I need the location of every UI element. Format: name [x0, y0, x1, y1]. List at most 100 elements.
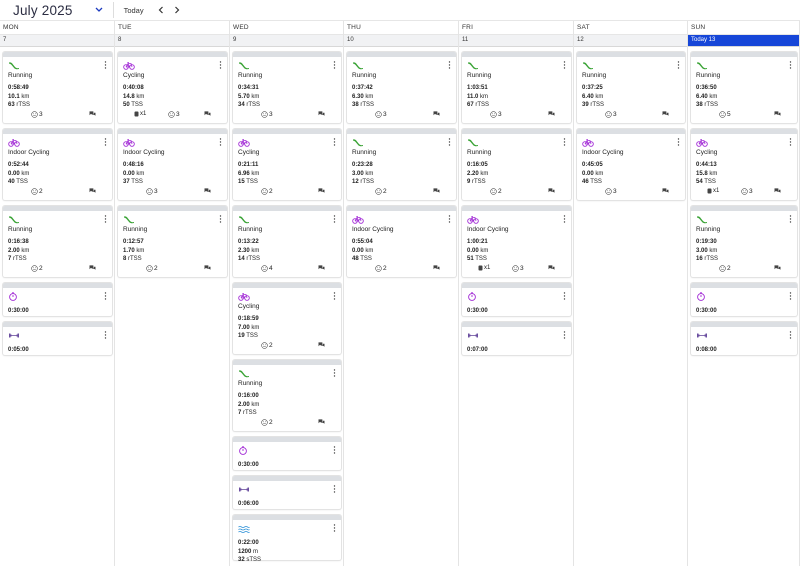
workout-card[interactable]: Running 0:37:25 6.40 km 39 rTSS 3	[577, 52, 685, 123]
workout-card[interactable]: Cycling 0:21:11 6.96 km 15 TSS 2	[233, 129, 341, 200]
comment-icon[interactable]	[204, 188, 211, 194]
comment-icon[interactable]	[204, 111, 211, 117]
workout-card[interactable]: 0:07:00	[462, 322, 571, 355]
workout-card[interactable]: Running 0:36:50 6.40 km 38 rTSS 5	[691, 52, 797, 123]
workout-card[interactable]: 0:05:00	[3, 322, 112, 355]
feel-rating[interactable]: 4	[261, 265, 273, 272]
more-options-icon[interactable]	[563, 331, 566, 339]
more-options-icon[interactable]	[219, 138, 222, 146]
more-options-icon[interactable]	[104, 215, 107, 223]
equipment-count[interactable]: x1	[478, 265, 490, 271]
feel-rating[interactable]: 2	[31, 265, 43, 272]
workout-card[interactable]: 0:06:00	[233, 476, 341, 509]
more-options-icon[interactable]	[677, 61, 680, 69]
comment-icon[interactable]	[318, 419, 325, 425]
feel-rating[interactable]: 3	[146, 188, 158, 195]
more-options-icon[interactable]	[789, 215, 792, 223]
date-label[interactable]: 11	[459, 35, 573, 47]
workout-card[interactable]: Running 0:16:00 2.00 km 7 rTSS 2	[233, 360, 341, 431]
more-options-icon[interactable]	[448, 61, 451, 69]
workout-card[interactable]: Cycling 0:40:08 14.8 km 50 TSS 3 x1	[118, 52, 227, 123]
more-options-icon[interactable]	[789, 61, 792, 69]
comment-icon[interactable]	[774, 188, 781, 194]
feel-rating[interactable]: 3	[741, 188, 753, 195]
workout-card[interactable]: Running 0:37:42 6.30 km 38 rTSS 3	[347, 52, 456, 123]
comment-icon[interactable]	[774, 111, 781, 117]
more-options-icon[interactable]	[789, 138, 792, 146]
more-options-icon[interactable]	[104, 292, 107, 300]
workout-card[interactable]: Running 0:58:49 10.1 km 63 rTSS 3	[3, 52, 112, 123]
more-options-icon[interactable]	[563, 61, 566, 69]
more-options-icon[interactable]	[333, 446, 336, 454]
workout-card[interactable]: Running 0:19:30 3.00 km 16 rTSS 2	[691, 206, 797, 277]
date-label[interactable]: 9	[230, 35, 343, 47]
feel-rating[interactable]: 2	[146, 265, 158, 272]
more-options-icon[interactable]	[789, 292, 792, 300]
feel-rating[interactable]: 2	[375, 188, 387, 195]
more-options-icon[interactable]	[333, 138, 336, 146]
comment-icon[interactable]	[662, 111, 669, 117]
more-options-icon[interactable]	[333, 292, 336, 300]
comment-icon[interactable]	[318, 342, 325, 348]
more-options-icon[interactable]	[219, 61, 222, 69]
more-options-icon[interactable]	[104, 331, 107, 339]
more-options-icon[interactable]	[333, 61, 336, 69]
workout-card[interactable]: Indoor Cycling 0:52:44 0.00 km 40 TSS 2	[3, 129, 112, 200]
feel-rating[interactable]: 3	[512, 265, 524, 272]
workout-card[interactable]: 0:30:00	[691, 283, 797, 316]
date-label[interactable]: 12	[574, 35, 687, 47]
comment-icon[interactable]	[318, 188, 325, 194]
workout-card[interactable]: Indoor Cycling 0:55:04 0.00 km 48 TSS 2	[347, 206, 456, 277]
workout-card[interactable]: Running 0:16:05 2.20 km 9 rTSS 2	[462, 129, 571, 200]
more-options-icon[interactable]	[333, 485, 336, 493]
workout-card[interactable]: Running 0:16:38 2.00 km 7 rTSS 2	[3, 206, 112, 277]
comment-icon[interactable]	[318, 111, 325, 117]
comment-icon[interactable]	[548, 111, 555, 117]
workout-card[interactable]: Running 0:23:28 3.00 km 12 rTSS 2	[347, 129, 456, 200]
comment-icon[interactable]	[89, 188, 96, 194]
more-options-icon[interactable]	[104, 138, 107, 146]
date-label[interactable]: 10	[344, 35, 458, 47]
comment-icon[interactable]	[774, 265, 781, 271]
more-options-icon[interactable]	[563, 138, 566, 146]
comment-icon[interactable]	[204, 265, 211, 271]
comment-icon[interactable]	[433, 111, 440, 117]
feel-rating[interactable]: 2	[375, 265, 387, 272]
comment-icon[interactable]	[662, 188, 669, 194]
feel-rating[interactable]: 3	[490, 111, 502, 118]
feel-rating[interactable]: 2	[490, 188, 502, 195]
more-options-icon[interactable]	[104, 61, 107, 69]
feel-rating[interactable]: 2	[261, 188, 273, 195]
today-date-label[interactable]: Today 13	[688, 35, 799, 47]
feel-rating[interactable]: 2	[261, 419, 273, 426]
more-options-icon[interactable]	[219, 215, 222, 223]
workout-card[interactable]: 0:30:00	[233, 437, 341, 470]
comment-icon[interactable]	[548, 265, 555, 271]
today-button[interactable]: Today	[121, 4, 147, 17]
feel-rating[interactable]: 3	[31, 111, 43, 118]
chevron-down-icon[interactable]	[95, 5, 105, 15]
workout-card[interactable]: 0:30:00	[3, 283, 112, 316]
workout-card[interactable]: Running 0:13:22 2.30 km 14 rTSS 4	[233, 206, 341, 277]
feel-rating[interactable]: 3	[168, 111, 180, 118]
comment-icon[interactable]	[318, 265, 325, 271]
more-options-icon[interactable]	[333, 524, 336, 532]
more-options-icon[interactable]	[333, 369, 336, 377]
comment-icon[interactable]	[548, 188, 555, 194]
equipment-count[interactable]: x1	[134, 111, 146, 117]
chevron-right-icon[interactable]	[172, 5, 182, 15]
feel-rating[interactable]: 5	[719, 111, 731, 118]
feel-rating[interactable]: 2	[261, 342, 273, 349]
workout-card[interactable]: Cycling 0:18:59 7.00 km 19 TSS 2	[233, 283, 341, 354]
month-title[interactable]: July 2025	[13, 3, 73, 18]
more-options-icon[interactable]	[563, 215, 566, 223]
workout-card[interactable]: Indoor Cycling 0:48:16 0.00 km 37 TSS 3	[118, 129, 227, 200]
more-options-icon[interactable]	[448, 215, 451, 223]
workout-card[interactable]: Indoor Cycling 1:00:21 0.00 km 51 TSS 3 x1	[462, 206, 571, 277]
date-label[interactable]: 8	[115, 35, 229, 47]
chevron-left-icon[interactable]	[156, 5, 166, 15]
workout-card[interactable]: 0:08:00	[691, 322, 797, 355]
comment-icon[interactable]	[89, 111, 96, 117]
workout-card[interactable]: Running 1:03:51 11.0 km 67 rTSS 3	[462, 52, 571, 123]
more-options-icon[interactable]	[789, 331, 792, 339]
